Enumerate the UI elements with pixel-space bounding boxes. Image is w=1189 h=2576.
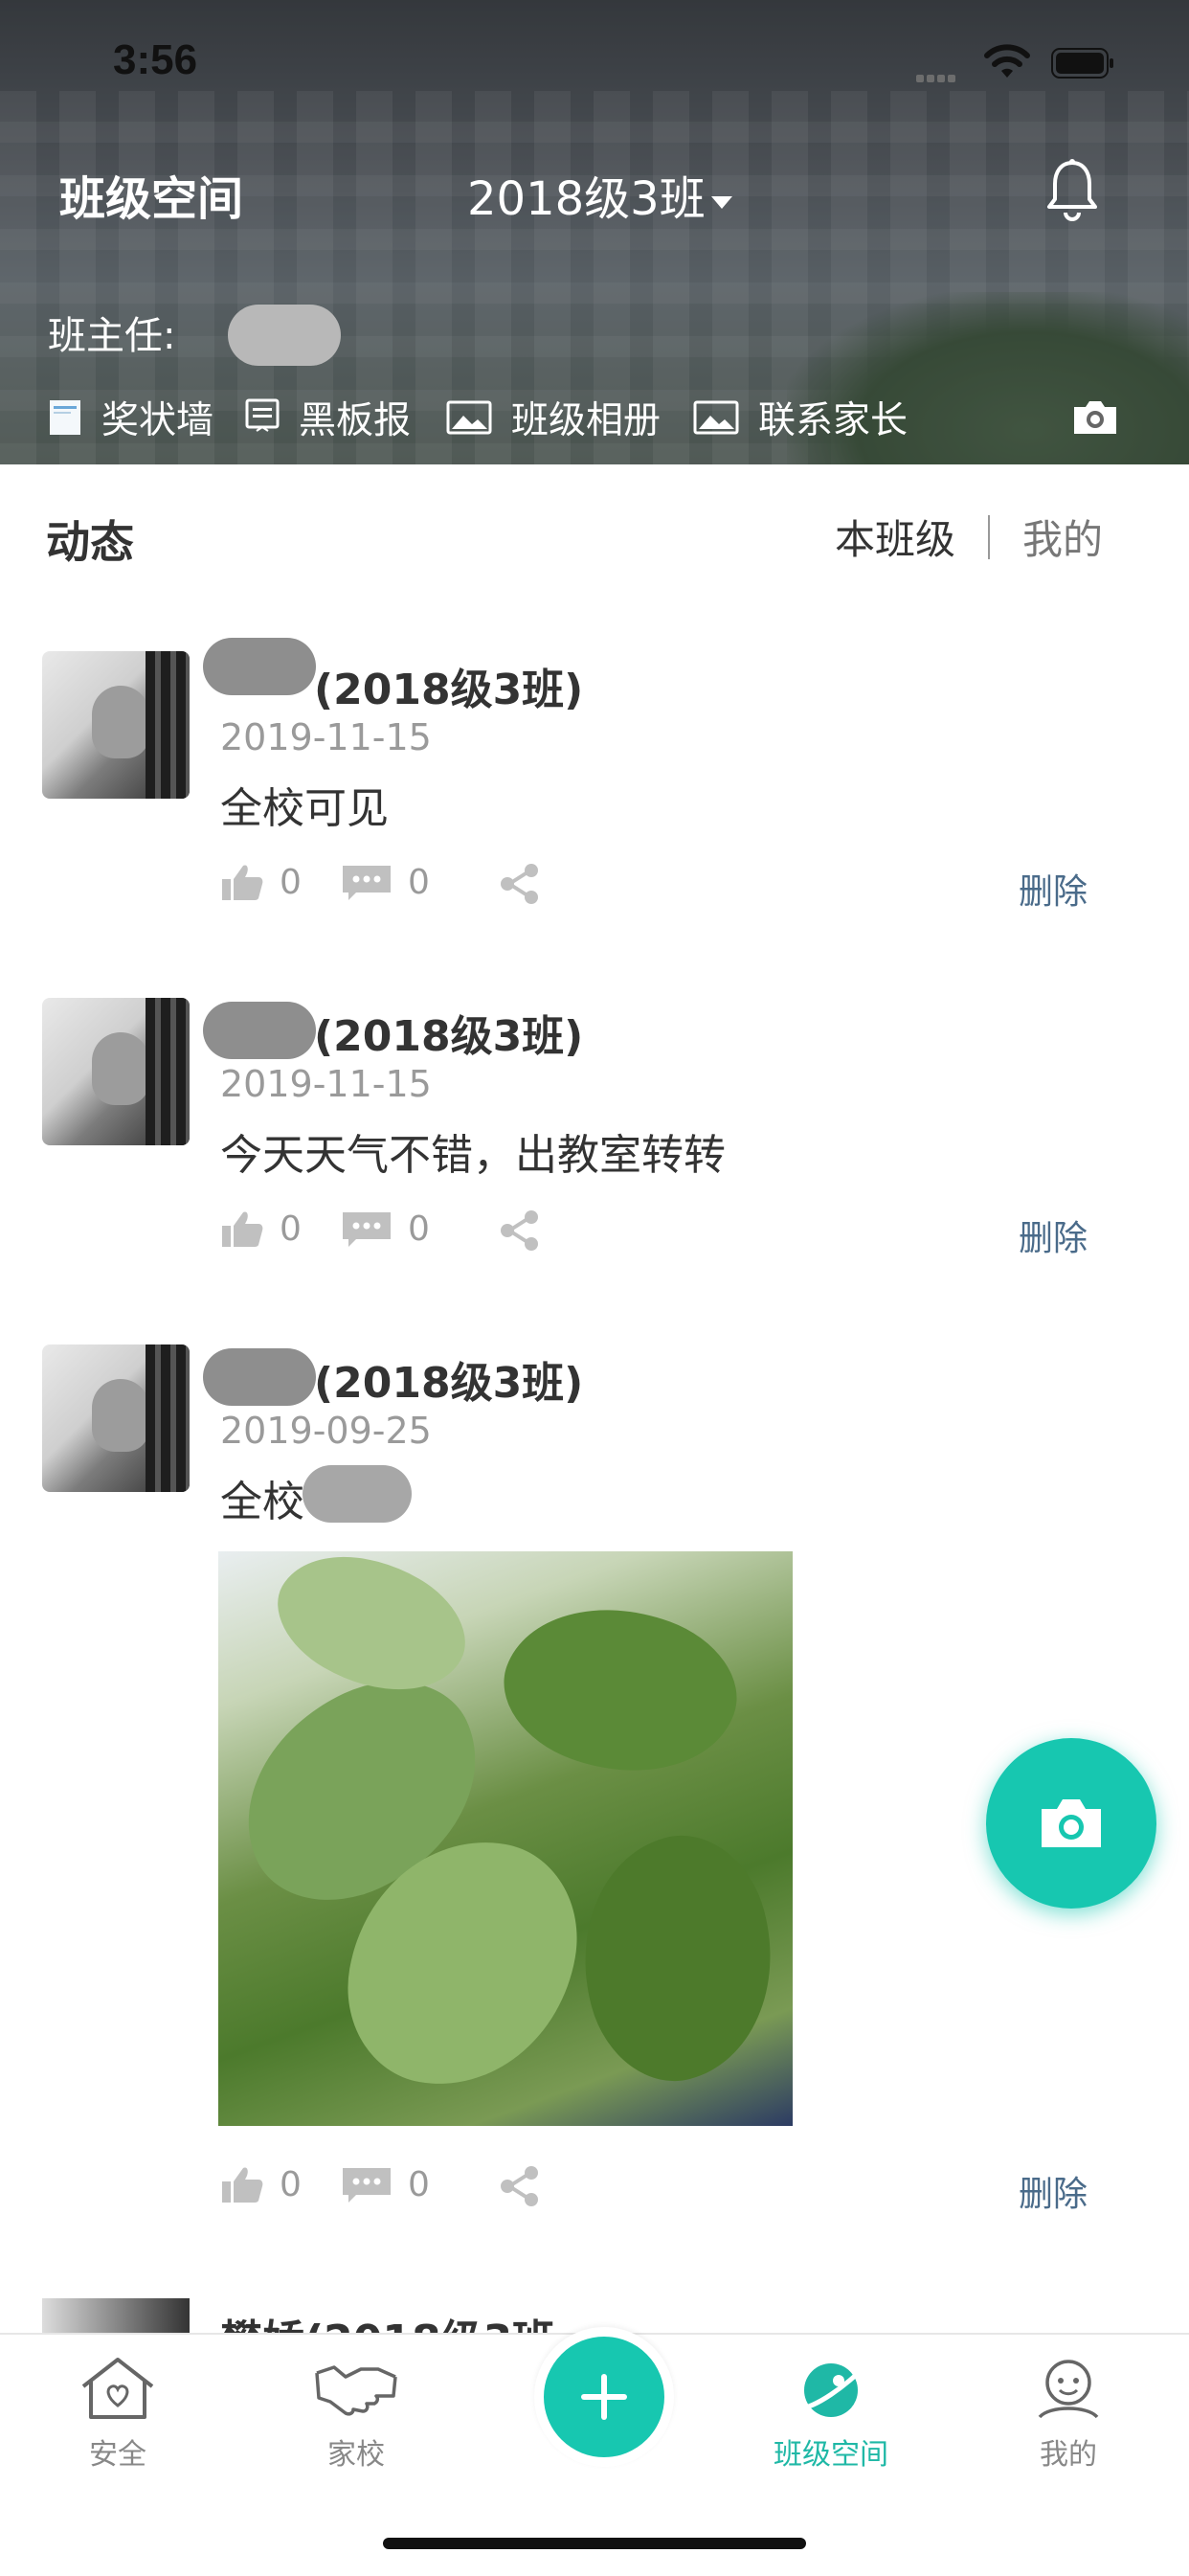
tab-mine[interactable]: 我的: [1022, 508, 1103, 566]
avatar[interactable]: [42, 651, 190, 799]
share-button[interactable]: [498, 862, 557, 906]
quick-link-blackboard[interactable]: 黑板报: [245, 391, 411, 444]
user-face-icon: [1038, 2360, 1099, 2419]
quick-link-awards[interactable]: 奖状墙: [48, 391, 213, 444]
comment-count: 0: [408, 2164, 430, 2204]
like-count: 0: [280, 2164, 302, 2204]
share-button[interactable]: [498, 2164, 557, 2208]
comment-count: 0: [408, 862, 430, 902]
post-photo[interactable]: [218, 1551, 793, 2126]
image-icon: [693, 400, 739, 435]
redacted-content: [303, 1465, 412, 1523]
floating-camera-button[interactable]: [986, 1738, 1156, 1909]
like-count: 0: [280, 1209, 302, 1249]
comment-count: 0: [408, 1209, 430, 1249]
share-icon: [501, 1210, 538, 1251]
tab-label: 安全: [89, 2438, 146, 2472]
house-heart-icon: [81, 2358, 154, 2419]
tab-class-space[interactable]: 班级空间: [754, 2354, 908, 2473]
post-date: 2019-11-15: [220, 716, 432, 758]
post-content: 全校可见: [220, 784, 389, 833]
post-date: 2019-09-25: [220, 1410, 432, 1452]
wifi-icon: [984, 44, 1030, 78]
image-icon: [446, 400, 492, 435]
tab-label: 我的: [1040, 2438, 1097, 2472]
like-button[interactable]: 0: [220, 862, 302, 902]
redacted-teacher-name: [228, 305, 341, 366]
certificate-icon: [50, 400, 80, 435]
comment-icon: [343, 1212, 391, 1247]
cellular-signal-icon: [916, 68, 958, 86]
like-button[interactable]: 0: [220, 1209, 302, 1249]
header-banner: 3:56 班级空间 2018级3班 班主任: 奖状墙 黑板报 班级相册 联系家长: [0, 0, 1189, 464]
share-icon: [501, 2166, 538, 2206]
post-author: (2018级3班): [314, 666, 584, 714]
class-selector-label: 2018级3班: [467, 172, 706, 226]
page-title: 班级空间: [59, 172, 244, 226]
quick-link-label: 黑板报: [299, 399, 412, 442]
redacted-author-name: [203, 1002, 316, 1059]
delete-link[interactable]: 删除: [1019, 864, 1088, 914]
feed-title: 动态: [46, 516, 134, 568]
comment-button[interactable]: 0: [341, 2164, 430, 2204]
share-icon: [501, 864, 538, 904]
like-count: 0: [280, 862, 302, 902]
tab-label: 家校: [327, 2438, 385, 2472]
plus-icon: [581, 2374, 627, 2420]
quick-link-label: 联系家长: [758, 399, 909, 442]
planet-icon: [797, 2363, 865, 2417]
handshake-icon: [315, 2365, 397, 2416]
status-bar: 3:56: [0, 0, 1189, 124]
home-indicator: [383, 2538, 806, 2549]
add-post-button[interactable]: [534, 2327, 674, 2467]
battery-icon: [1051, 48, 1113, 79]
post-date: 2019-11-15: [220, 1063, 432, 1105]
delete-link[interactable]: 删除: [1019, 1210, 1088, 1260]
tab-safety[interactable]: 安全: [41, 2354, 194, 2473]
thumbs-up-icon: [222, 865, 263, 900]
tab-label: 班级空间: [774, 2438, 888, 2472]
feed-filter: 本班级 我的: [835, 508, 1103, 566]
post-content: 今天天气不错，出教室转转: [220, 1131, 726, 1180]
blackboard-icon: [245, 398, 280, 432]
comment-button[interactable]: 0: [341, 1209, 430, 1249]
post-actions: 0 0 删除: [220, 2164, 1139, 2214]
comment-icon: [343, 866, 391, 900]
camera-icon[interactable]: [1070, 397, 1120, 436]
tab-mine[interactable]: 我的: [992, 2354, 1145, 2473]
post-actions: 0 0 删除: [220, 862, 1139, 912]
status-time: 3:56: [113, 36, 198, 83]
thumbs-up-icon: [222, 2167, 263, 2203]
comment-icon: [343, 2168, 391, 2203]
feed-header: 动态 本班级 我的: [0, 464, 1189, 608]
tab-home-school[interactable]: 家校: [280, 2354, 433, 2473]
quick-link-label: 奖状墙: [101, 399, 214, 442]
bell-icon[interactable]: [1043, 157, 1101, 224]
class-selector[interactable]: 2018级3班: [467, 161, 732, 228]
quick-link-label: 班级相册: [511, 399, 662, 442]
quick-link-contact-parents[interactable]: 联系家长: [693, 391, 908, 444]
avatar[interactable]: [42, 1344, 190, 1492]
avatar[interactable]: [42, 2298, 190, 2337]
quick-links: 奖状墙 黑板报 班级相册 联系家长: [0, 391, 1189, 448]
caret-down-icon: [710, 195, 732, 209]
post-author: (2018级3班): [314, 1012, 584, 1061]
teacher-label: 班主任:: [48, 314, 176, 358]
like-button[interactable]: 0: [220, 2164, 302, 2204]
camera-icon: [1042, 1799, 1101, 1847]
redacted-author-name: [203, 638, 316, 695]
post-content: 全校: [220, 1478, 304, 1526]
thumbs-up-icon: [222, 1211, 263, 1247]
avatar[interactable]: [42, 998, 190, 1145]
quick-link-album[interactable]: 班级相册: [446, 391, 661, 444]
post-actions: 0 0 删除: [220, 1209, 1139, 1258]
share-button[interactable]: [498, 1209, 557, 1253]
tab-this-class[interactable]: 本班级: [835, 508, 955, 566]
post-author: (2018级3班): [314, 1359, 584, 1408]
redacted-author-name: [203, 1348, 316, 1406]
delete-link[interactable]: 删除: [1019, 2166, 1088, 2216]
comment-button[interactable]: 0: [341, 862, 430, 902]
